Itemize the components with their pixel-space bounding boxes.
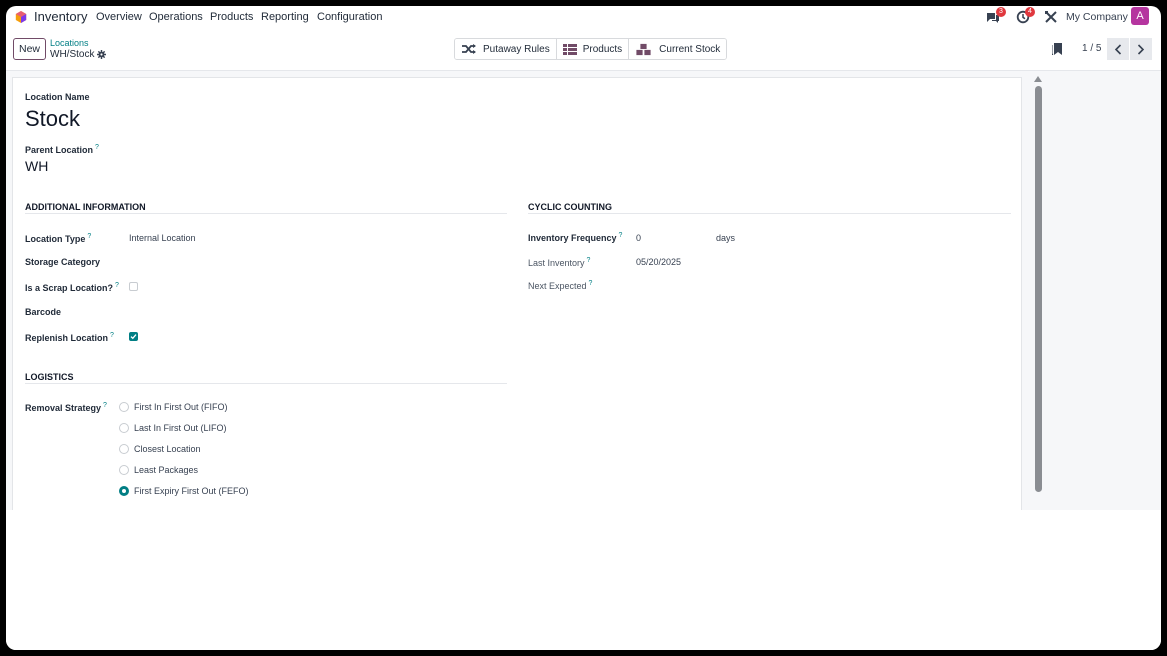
activities-badge: 4 bbox=[1025, 7, 1035, 17]
section-divider bbox=[25, 383, 507, 384]
current-stock-label: Current Stock bbox=[659, 43, 721, 55]
radio-closest-location[interactable] bbox=[119, 444, 129, 454]
products-button[interactable]: Products bbox=[556, 39, 630, 59]
scrollbar-thumb[interactable] bbox=[1035, 86, 1042, 492]
help-icon[interactable]: ? bbox=[587, 257, 591, 264]
radio-label-closest-location[interactable]: Closest Location bbox=[134, 444, 201, 454]
next-expected-label: Next Expected? bbox=[528, 280, 593, 291]
barcode-label: Barcode bbox=[25, 307, 62, 317]
help-icon[interactable]: ? bbox=[95, 144, 99, 151]
products-label: Products bbox=[582, 43, 623, 55]
replenish-location-label: Replenish Location? bbox=[25, 332, 114, 343]
cubes-icon bbox=[635, 42, 652, 56]
pager-previous-button[interactable] bbox=[1107, 38, 1129, 60]
inventory-app-icon[interactable] bbox=[15, 11, 27, 23]
menu-operations[interactable]: Operations bbox=[149, 11, 203, 23]
radio-label-fifo[interactable]: First In First Out (FIFO) bbox=[134, 402, 228, 412]
radio-label-lifo[interactable]: Last In First Out (LIFO) bbox=[134, 423, 227, 433]
menu-overview[interactable]: Overview bbox=[96, 11, 142, 23]
current-stock-button[interactable]: Current Stock bbox=[629, 39, 727, 59]
location-name-label: Location Name bbox=[25, 92, 90, 102]
breadcrumb-locations[interactable]: Locations bbox=[50, 38, 89, 48]
chevron-left-icon bbox=[1114, 43, 1122, 55]
replenish-location-checkbox[interactable] bbox=[129, 332, 138, 341]
putaway-rules-label: Putaway Rules bbox=[483, 43, 550, 55]
top-navbar: Inventory Overview Operations Products R… bbox=[6, 6, 1161, 28]
scroll-up-arrow-icon[interactable] bbox=[1034, 76, 1042, 82]
bookmark-icon[interactable] bbox=[1052, 43, 1062, 55]
putaway-rules-button[interactable]: Putaway Rules bbox=[455, 39, 557, 59]
frequency-unit: days bbox=[716, 233, 736, 243]
radio-fifo[interactable] bbox=[119, 402, 129, 412]
removal-strategy-label: Removal Strategy? bbox=[25, 402, 107, 413]
app-window: Inventory Overview Operations Products R… bbox=[6, 6, 1161, 650]
help-icon[interactable]: ? bbox=[103, 402, 107, 409]
menu-configuration[interactable]: Configuration bbox=[317, 11, 382, 23]
radio-lifo[interactable] bbox=[119, 423, 129, 433]
help-icon[interactable]: ? bbox=[619, 232, 623, 239]
breadcrumb-current: WH/Stock bbox=[50, 49, 95, 60]
scrap-location-label: Is a Scrap Location?? bbox=[25, 282, 119, 293]
messages-badge: 3 bbox=[996, 7, 1006, 17]
parent-location-input[interactable]: WH bbox=[25, 158, 48, 174]
pager-value[interactable]: 1 / 5 bbox=[1082, 43, 1101, 54]
section-divider bbox=[528, 213, 1011, 214]
radio-fefo[interactable] bbox=[119, 486, 129, 496]
gear-icon[interactable] bbox=[97, 50, 106, 59]
last-inventory-label: Last Inventory? bbox=[528, 257, 591, 268]
additional-info-heading: ADDITIONAL INFORMATION bbox=[25, 202, 146, 212]
help-icon[interactable]: ? bbox=[87, 233, 91, 240]
parent-location-label: Parent Location? bbox=[25, 144, 99, 155]
location-name-input[interactable]: Stock bbox=[25, 106, 80, 132]
user-avatar[interactable]: A bbox=[1131, 7, 1149, 25]
menu-reporting[interactable]: Reporting bbox=[261, 11, 309, 23]
storage-category-label: Storage Category bbox=[25, 257, 101, 267]
section-divider bbox=[25, 213, 507, 214]
last-inventory-value: 05/20/2025 bbox=[636, 257, 682, 267]
company-switcher[interactable]: My Company bbox=[1066, 11, 1128, 23]
checkmark-icon bbox=[130, 334, 137, 340]
logistics-heading: LOGISTICS bbox=[25, 372, 74, 382]
radio-label-fefo[interactable]: First Expiry First Out (FEFO) bbox=[134, 486, 249, 496]
help-icon[interactable]: ? bbox=[589, 280, 593, 287]
inventory-frequency-input[interactable]: 0 bbox=[636, 233, 641, 243]
pager-next-button[interactable] bbox=[1130, 38, 1152, 60]
help-icon[interactable]: ? bbox=[110, 332, 114, 339]
app-name[interactable]: Inventory bbox=[34, 9, 87, 24]
shuffle-icon bbox=[462, 44, 476, 54]
scrap-location-checkbox[interactable] bbox=[129, 282, 138, 291]
chevron-right-icon bbox=[1137, 43, 1145, 55]
empty-area bbox=[6, 510, 1161, 650]
smart-buttons: Putaway Rules Products Current Stock bbox=[454, 38, 728, 60]
debug-tools-icon[interactable] bbox=[1044, 10, 1058, 24]
radio-least-packages[interactable] bbox=[119, 465, 129, 475]
cyclic-counting-heading: CYCLIC COUNTING bbox=[528, 202, 612, 212]
help-icon[interactable]: ? bbox=[115, 282, 119, 289]
location-type-label: Location Type? bbox=[25, 233, 92, 244]
new-button[interactable]: New bbox=[13, 38, 46, 60]
radio-label-least-packages[interactable]: Least Packages bbox=[134, 465, 198, 475]
inventory-frequency-label: Inventory Frequency? bbox=[528, 232, 623, 243]
menu-products[interactable]: Products bbox=[210, 11, 253, 23]
location-type-select[interactable]: Internal Location bbox=[129, 233, 196, 243]
list-icon bbox=[562, 43, 577, 55]
